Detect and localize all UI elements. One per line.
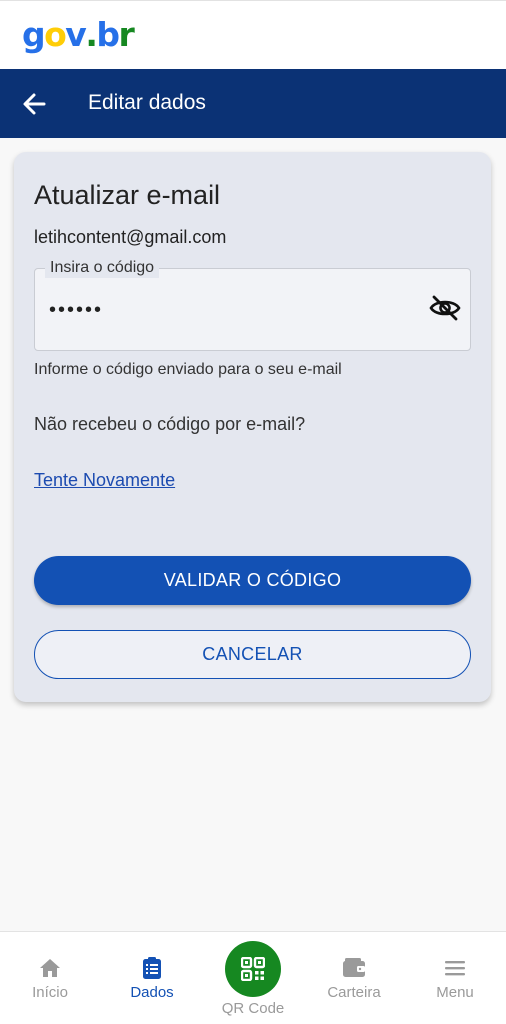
eye-off-icon bbox=[429, 295, 461, 321]
cancel-button[interactable]: CANCELAR bbox=[34, 630, 471, 679]
nav-item-menu[interactable]: Menu bbox=[405, 932, 505, 1024]
logo-letter: o bbox=[44, 15, 67, 54]
nav-label-menu: Menu bbox=[436, 984, 474, 1001]
nav-item-dados[interactable]: Dados bbox=[102, 932, 202, 1024]
arrow-left-icon bbox=[23, 93, 46, 115]
validate-code-button[interactable]: VALIDAR O CÓDIGO bbox=[34, 556, 471, 605]
nav-item-carteira[interactable]: Carteira bbox=[304, 932, 404, 1024]
code-input-value[interactable]: •••••• bbox=[49, 297, 103, 323]
resend-question: Não recebeu o código por e-mail? bbox=[34, 414, 306, 434]
nav-item-inicio[interactable]: Início bbox=[0, 932, 100, 1024]
nav-label-carteira: Carteira bbox=[327, 984, 381, 1001]
wallet-icon bbox=[343, 958, 365, 977]
code-input[interactable]: Insira o código •••••• bbox=[34, 258, 471, 351]
qr-code-button[interactable] bbox=[225, 941, 281, 997]
logo-letter: r bbox=[118, 15, 134, 54]
helper-text: Informe o código enviado para o seu e-ma… bbox=[34, 361, 342, 378]
nav-label-dados: Dados bbox=[130, 984, 174, 1001]
logo-letter: . bbox=[85, 15, 98, 54]
email-address: letihcontent@gmail.com bbox=[34, 227, 227, 247]
logo-letter: g bbox=[22, 15, 46, 54]
nav-label-qr-code: QR Code bbox=[221, 1000, 285, 1017]
toggle-visibility-button[interactable] bbox=[428, 293, 462, 323]
code-input-label: Insira o código bbox=[45, 258, 160, 278]
nav-label-inicio: Início bbox=[32, 984, 68, 1001]
app-header: Editar dados bbox=[0, 69, 506, 138]
bottom-navigation: Início Dados QR Code Carteira Menu bbox=[0, 931, 506, 1024]
back-button[interactable] bbox=[18, 89, 50, 119]
logo-letter: v bbox=[65, 15, 87, 54]
menu-icon bbox=[445, 961, 465, 976]
page-title: Editar dados bbox=[88, 91, 206, 114]
clipboard-list-icon bbox=[143, 957, 161, 979]
home-icon bbox=[40, 959, 60, 977]
card-title: Atualizar e-mail bbox=[34, 180, 221, 210]
retry-link[interactable]: Tente Novamente bbox=[34, 468, 175, 492]
update-email-card: Atualizar e-mail letihcontent@gmail.com … bbox=[14, 152, 491, 702]
top-brand-bar: gov.br bbox=[0, 0, 506, 69]
govbr-logo: gov.br bbox=[22, 13, 135, 57]
qr-code-icon bbox=[241, 957, 265, 981]
logo-letter: b bbox=[96, 15, 120, 54]
